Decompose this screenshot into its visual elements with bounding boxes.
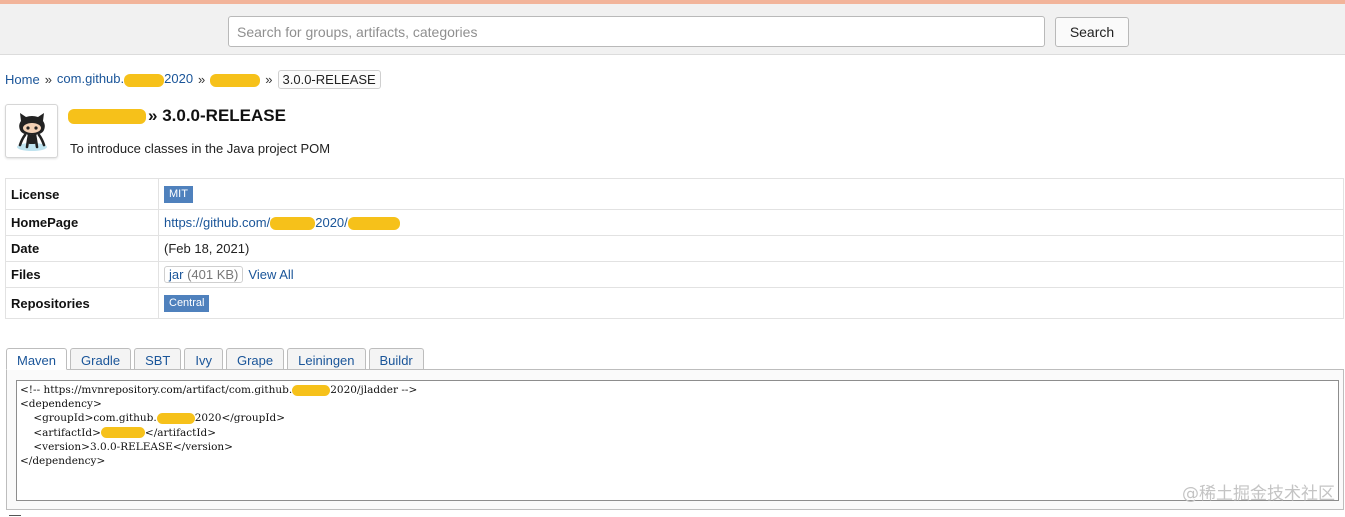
license-cell: MIT (158, 178, 1344, 210)
code-line: <!-- https://mvnrepository.com/artifact/… (20, 384, 417, 396)
tab-maven[interactable]: Maven (6, 348, 68, 370)
homepage-prefix: https://github.com/ (164, 214, 271, 230)
redaction-mark (156, 412, 195, 424)
table-row: Files jar (401 KB) View All (5, 261, 1344, 288)
code-text: <artifactId> (20, 426, 101, 439)
breadcrumb-separator: » (198, 71, 206, 87)
code-text: 2020/jladder --> (330, 384, 418, 396)
tab-gradle[interactable]: Gradle (70, 348, 132, 370)
table-row: Date (Feb 18, 2021) (5, 235, 1344, 262)
breadcrumb: Home » com.github. 2020 » » 3.0.0-RELEASE (5, 68, 381, 90)
group-prefix: com.github. (56, 71, 125, 87)
build-tool-tabs: Maven Gradle SBT Ivy Grape Leiningen Bui… (6, 348, 424, 370)
code-line: <groupId>com.github. 2020</groupId> (20, 412, 285, 424)
artifact-logo (5, 104, 58, 158)
code-line: <version>3.0.0-RELEASE</version> (20, 440, 233, 453)
tab-ivy[interactable]: Ivy (184, 348, 223, 370)
redaction-mark (124, 73, 165, 87)
breadcrumb-artifact-link[interactable] (210, 71, 261, 87)
file-type[interactable]: jar (169, 267, 183, 282)
repositories-cell: Central (158, 287, 1344, 319)
divider (9, 515, 21, 516)
redaction-mark (210, 73, 261, 87)
homepage-cell: https://github.com/2020/ (158, 209, 1344, 236)
breadcrumb-group-link[interactable]: com.github. 2020 (56, 71, 194, 87)
tab-sbt[interactable]: SBT (134, 348, 182, 370)
code-text: <groupId>com.github. (20, 412, 157, 425)
repositories-label: Repositories (5, 287, 159, 319)
date-value: (Feb 18, 2021) (158, 235, 1344, 262)
date-label: Date (5, 235, 159, 262)
table-row: License MIT (5, 178, 1344, 210)
breadcrumb-separator: » (265, 71, 273, 87)
code-text: <!-- https://mvnrepository.com/artifact/… (20, 384, 293, 396)
artifact-info-table: License MIT HomePage https://github.com/… (5, 178, 1344, 319)
breadcrumb-home-link[interactable]: Home (5, 72, 40, 87)
code-line: </dependency> (20, 455, 106, 468)
code-line: <artifactId> </artifactId> (20, 427, 216, 439)
group-suffix: 2020 (164, 71, 194, 87)
dependency-snippet-textarea[interactable]: <!-- https://mvnrepository.com/artifact/… (16, 380, 1339, 501)
breadcrumb-separator: » (44, 71, 52, 87)
files-cell: jar (401 KB) View All (158, 261, 1344, 288)
homepage-link[interactable]: https://github.com/2020/ (164, 214, 400, 231)
tab-grape[interactable]: Grape (225, 348, 285, 370)
redaction-mark (100, 427, 145, 439)
code-text: 2020</groupId> (194, 412, 286, 425)
github-octocat-icon (16, 113, 47, 151)
homepage-mid: 2020/ (315, 214, 348, 230)
watermark: @稀土掘金技术社区 (1182, 484, 1335, 504)
redaction-mark (292, 384, 331, 396)
redaction-mark (347, 217, 400, 231)
redaction-mark (68, 108, 146, 124)
files-label: Files (5, 261, 159, 288)
page-title: » 3.0.0-RELEASE (68, 106, 286, 126)
breadcrumb-current-version: 3.0.0-RELEASE (277, 69, 381, 89)
tab-leiningen[interactable]: Leiningen (287, 348, 366, 370)
code-line: <dependency> (20, 398, 102, 411)
artifact-description: To introduce classes in the Java project… (70, 141, 331, 156)
code-text: </artifactId> (144, 426, 217, 439)
top-header: Search (0, 0, 1345, 55)
license-label: License (5, 178, 159, 210)
license-badge: MIT (164, 186, 193, 203)
search-input[interactable] (228, 16, 1045, 47)
file-size: (401 KB) (187, 267, 239, 282)
redaction-mark (270, 217, 316, 231)
repository-badge[interactable]: Central (164, 295, 210, 312)
view-all-link[interactable]: View All (248, 267, 293, 282)
tab-buildr[interactable]: Buildr (368, 348, 424, 370)
search-button[interactable]: Search (1055, 17, 1129, 47)
title-separator: » (148, 106, 158, 125)
homepage-label: HomePage (5, 209, 159, 236)
table-row: Repositories Central (5, 287, 1344, 319)
jar-file-link[interactable]: jar (401 KB) (164, 266, 244, 283)
title-version: 3.0.0-RELEASE (162, 106, 286, 125)
table-row: HomePage https://github.com/2020/ (5, 209, 1344, 236)
